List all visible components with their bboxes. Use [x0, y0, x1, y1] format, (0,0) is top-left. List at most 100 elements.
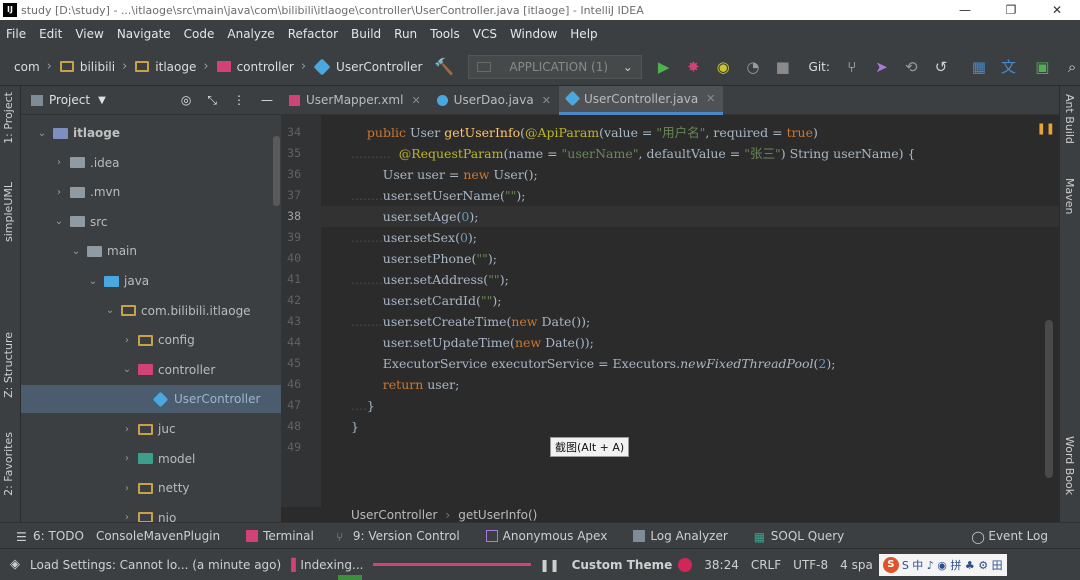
tool-window-event-log[interactable]: ◯ Event Log: [971, 529, 1048, 544]
chevron-down-icon[interactable]: ⌄: [88, 276, 98, 287]
close-icon[interactable]: ✕: [542, 94, 551, 107]
tool-tab-simpleuml[interactable]: simpleUML: [2, 182, 15, 242]
tool-tab-maven[interactable]: Maven: [1063, 178, 1076, 214]
theme-indicator-icon[interactable]: [678, 557, 693, 572]
more-options-icon[interactable]: ⋮: [233, 93, 245, 108]
git-branch-icon[interactable]: ⑂: [844, 58, 860, 76]
file-encoding[interactable]: UTF-8: [793, 558, 828, 572]
minimize-button[interactable]: —: [942, 0, 988, 20]
tab-usercontroller-java[interactable]: UserController.java ✕: [558, 85, 724, 115]
tree-item[interactable]: UserController: [21, 385, 281, 414]
tool-window-log-analyzer[interactable]: Log Analyzer: [633, 529, 728, 543]
tool-window-version-control[interactable]: ⑂ 9: Version Control: [336, 529, 460, 544]
menu-window[interactable]: Window: [510, 27, 557, 41]
nav-crumb-com[interactable]: com ›: [14, 59, 52, 74]
collapse-all-icon[interactable]: ⤡: [207, 93, 217, 108]
debug-bug-icon[interactable]: ✸: [686, 58, 702, 76]
maximize-button[interactable]: ❐: [988, 0, 1034, 20]
tool-tab-favorites[interactable]: 2: Favorites: [2, 432, 15, 496]
menu-run[interactable]: Run: [394, 27, 417, 41]
chevron-right-icon[interactable]: ›: [54, 157, 64, 168]
tool-tab-project[interactable]: 1: Project: [2, 92, 15, 144]
indent-setting[interactable]: 4 spa: [840, 558, 873, 572]
tree-item[interactable]: › netty: [21, 474, 273, 502]
tool-window-console-maven[interactable]: ConsoleMavenPlugin: [96, 529, 220, 543]
tree-item[interactable]: › juc: [21, 415, 273, 443]
caret-position[interactable]: 38:24: [704, 558, 739, 572]
menu-navigate[interactable]: Navigate: [117, 27, 171, 41]
editor-scrollbar[interactable]: [1045, 320, 1053, 478]
tree-item[interactable]: › .idea: [21, 149, 273, 177]
rollback-icon[interactable]: ↺: [933, 58, 949, 76]
tab-usermapper-xml[interactable]: UserMapper.xml ✕: [281, 86, 429, 115]
theme-label[interactable]: Custom Theme: [572, 558, 673, 572]
tool-window-todo[interactable]: ☰ 6: TODO: [16, 529, 84, 544]
code-editor[interactable]: public User getUserInfo(@ApiParam(value …: [321, 115, 1059, 507]
tree-item[interactable]: ⌄ itlaoge: [21, 119, 273, 147]
menu-view[interactable]: View: [75, 27, 103, 41]
tool-tab-structure[interactable]: Z: Structure: [2, 332, 15, 398]
git-push-icon[interactable]: ➤: [874, 58, 890, 76]
history-icon[interactable]: ⟲: [903, 58, 919, 76]
warning-marker-icon[interactable]: ❚❚: [1037, 122, 1055, 135]
menu-analyze[interactable]: Analyze: [227, 27, 274, 41]
chevron-down-icon[interactable]: ▼: [98, 95, 106, 106]
chevron-down-icon[interactable]: ⌄: [122, 364, 132, 375]
menu-build[interactable]: Build: [351, 27, 381, 41]
tab-userdao-java[interactable]: UserDao.java ✕: [429, 86, 559, 115]
tree-item[interactable]: ⌄ controller: [21, 356, 273, 384]
menu-refactor[interactable]: Refactor: [288, 27, 338, 41]
tool-tab-word-book[interactable]: Word Book: [1063, 436, 1076, 495]
search-icon[interactable]: ⌕: [1064, 58, 1080, 76]
tool-window-terminal[interactable]: Terminal: [246, 529, 314, 543]
nav-crumb-bilibili[interactable]: bilibili ›: [52, 59, 127, 74]
menu-tools[interactable]: Tools: [430, 27, 460, 41]
close-icon[interactable]: ✕: [706, 92, 715, 105]
indexing-label[interactable]: Indexing...: [300, 558, 363, 572]
tool-window-soql-query[interactable]: ▦ SOQL Query: [754, 529, 844, 544]
chevron-right-icon[interactable]: ›: [122, 483, 132, 494]
project-scrollbar[interactable]: [273, 136, 280, 206]
menu-code[interactable]: Code: [184, 27, 215, 41]
tree-item[interactable]: › .mvn: [21, 178, 273, 206]
tree-item[interactable]: › model: [21, 445, 273, 473]
chevron-right-icon[interactable]: ›: [122, 424, 132, 435]
coverage-icon[interactable]: ◉: [715, 58, 731, 76]
run-configuration-select[interactable]: APPLICATION (1) ⌄: [468, 54, 642, 79]
project-view-selector[interactable]: Project: [49, 93, 90, 107]
tree-item[interactable]: ⌄ com.bilibili.itlaoge: [21, 297, 273, 325]
menu-edit[interactable]: Edit: [39, 27, 62, 41]
translate-icon[interactable]: 文: [1001, 56, 1017, 77]
tree-item[interactable]: › config: [21, 326, 273, 354]
nav-crumb-controller[interactable]: controller ›: [209, 59, 306, 74]
ime-tools[interactable]: S 中 ♪ ◉ 拼 ♣ ⚙ 田: [902, 557, 1003, 573]
hide-panel-icon[interactable]: —: [261, 93, 273, 108]
nav-crumb-itlaoge[interactable]: itlaoge ›: [127, 59, 209, 74]
locate-target-icon[interactable]: ◎: [181, 93, 191, 108]
stop-icon[interactable]: ■: [775, 58, 791, 76]
nav-crumb-usercontroller[interactable]: UserController: [306, 58, 422, 75]
breadcrumb-class[interactable]: UserController: [351, 508, 437, 522]
tree-item[interactable]: ⌄ main: [21, 237, 273, 265]
chevron-right-icon[interactable]: ›: [122, 453, 132, 464]
tool-window-anonymous-apex[interactable]: Anonymous Apex: [485, 529, 607, 543]
line-separator[interactable]: CRLF: [751, 558, 781, 572]
profile-icon[interactable]: ◔: [745, 58, 761, 76]
menu-vcs[interactable]: VCS: [473, 27, 497, 41]
tool-windows-toggle-icon[interactable]: ◈: [10, 557, 20, 572]
pause-icon[interactable]: ❚❚: [539, 558, 559, 572]
tool-tab-ant-build[interactable]: Ant Build: [1063, 94, 1076, 144]
chevron-down-icon[interactable]: ⌄: [54, 216, 64, 227]
project-structure-icon[interactable]: ▦: [971, 58, 987, 76]
menu-help[interactable]: Help: [570, 27, 597, 41]
chevron-down-icon[interactable]: ⌄: [37, 128, 47, 139]
tree-item[interactable]: ⌄ java: [21, 267, 273, 295]
run-icon[interactable]: ▶: [656, 58, 672, 76]
chevron-right-icon[interactable]: ›: [122, 335, 132, 346]
build-hammer-icon[interactable]: 🔨: [434, 57, 454, 76]
menu-file[interactable]: File: [6, 27, 26, 41]
close-icon[interactable]: ✕: [411, 94, 420, 107]
breadcrumb-method[interactable]: getUserInfo(): [458, 508, 537, 522]
close-button[interactable]: ✕: [1034, 0, 1080, 20]
chevron-right-icon[interactable]: ›: [54, 187, 64, 198]
